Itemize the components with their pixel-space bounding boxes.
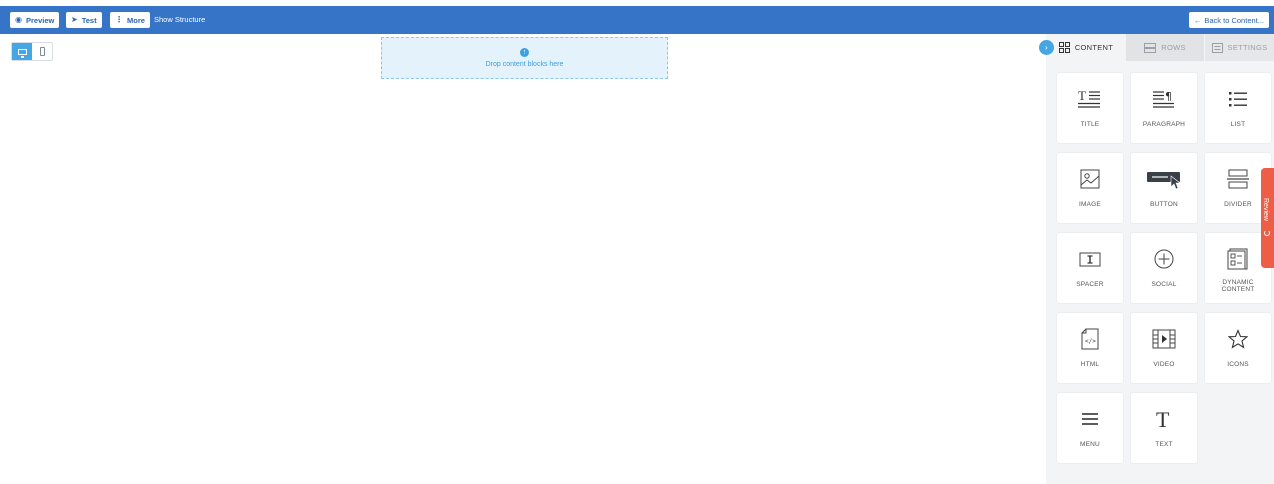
test-button[interactable]: ➤ Test xyxy=(66,12,102,28)
tab-rows-label: ROWS xyxy=(1161,43,1186,52)
more-vertical-icon: ⋮ xyxy=(115,15,123,24)
test-label: Test xyxy=(81,15,97,25)
block-label: HTML xyxy=(1080,361,1100,368)
button-icon xyxy=(1131,168,1197,190)
block-title[interactable]: T TITLE xyxy=(1057,73,1123,143)
drop-zone[interactable]: ↑ Drop content blocks here xyxy=(381,37,668,79)
block-label: IMAGE xyxy=(1079,201,1101,208)
title-icon: T xyxy=(1057,88,1123,110)
svg-text:T: T xyxy=(1156,408,1170,430)
block-button[interactable]: BUTTON xyxy=(1131,153,1197,223)
block-label: TEXT xyxy=(1155,441,1173,448)
video-icon xyxy=(1131,328,1197,350)
tab-settings-label: SETTINGS xyxy=(1227,43,1268,52)
block-html[interactable]: </> HTML xyxy=(1057,313,1123,383)
block-text[interactable]: T TEXT xyxy=(1131,393,1197,463)
tab-content[interactable]: › CONTENT xyxy=(1039,34,1126,61)
grid-icon xyxy=(1058,42,1070,53)
drop-zone-text: Drop content blocks here xyxy=(485,61,564,68)
preview-label: Preview xyxy=(25,15,55,25)
top-toolbar: ◉ Preview ➤ Test ⋮ More Show Structure ←… xyxy=(0,6,1274,34)
block-label: TITLE xyxy=(1080,121,1100,128)
block-label: SPACER xyxy=(1076,281,1104,288)
text-icon: T xyxy=(1131,408,1197,430)
block-label: ICONS xyxy=(1227,361,1249,368)
back-to-content-button[interactable]: ← Back to Content... xyxy=(1188,12,1269,28)
page: ◉ Preview ➤ Test ⋮ More Show Structure ←… xyxy=(0,0,1274,484)
arrow-up-circle-icon: ↑ xyxy=(520,48,529,57)
block-label: SOCIAL xyxy=(1151,281,1177,288)
spacer-icon xyxy=(1057,248,1123,270)
rows-icon xyxy=(1144,42,1157,53)
mobile-icon xyxy=(39,47,45,56)
svg-text:¶: ¶ xyxy=(1165,90,1172,103)
eye-icon: ◉ xyxy=(15,15,22,24)
arrow-left-icon: ← xyxy=(1193,15,1202,25)
block-video[interactable]: VIDEO xyxy=(1131,313,1197,383)
list-icon xyxy=(1205,88,1271,110)
show-structure-toggle[interactable]: Show Structure xyxy=(154,15,205,24)
star-icon xyxy=(1205,328,1271,350)
back-label: Back to Content... xyxy=(1204,15,1264,25)
block-image[interactable]: IMAGE xyxy=(1057,153,1123,223)
social-icon xyxy=(1131,248,1197,270)
menu-icon xyxy=(1057,408,1123,430)
more-label: More xyxy=(127,15,145,25)
chevron-right-icon: › xyxy=(1045,43,1048,52)
svg-text:</>: </> xyxy=(1085,338,1096,345)
paragraph-icon: ¶ xyxy=(1131,88,1197,110)
tab-content-label: CONTENT xyxy=(1074,43,1114,52)
block-list[interactable]: LIST xyxy=(1205,73,1271,143)
block-label: BUTTON xyxy=(1150,201,1178,208)
desktop-icon xyxy=(17,48,27,58)
content-sidebar: › CONTENT ROWS SETTINGS T TITLE ¶ PARAGR… xyxy=(1039,34,1274,484)
tab-rows[interactable]: ROWS xyxy=(1126,34,1204,61)
block-label: DYNAMIC CONTENT xyxy=(1221,279,1255,293)
review-label: Review xyxy=(1262,198,1269,221)
send-icon: ➤ xyxy=(71,15,78,24)
block-paragraph[interactable]: ¶ PARAGRAPH xyxy=(1131,73,1197,143)
block-menu[interactable]: MENU xyxy=(1057,393,1123,463)
svg-text:T: T xyxy=(1078,89,1086,103)
block-label: MENU xyxy=(1080,441,1100,448)
more-button[interactable]: ⋮ More xyxy=(110,12,150,28)
refresh-icon xyxy=(1264,230,1270,236)
preview-button[interactable]: ◉ Preview xyxy=(10,12,60,28)
tab-settings[interactable]: SETTINGS xyxy=(1204,34,1274,61)
html-icon: </> xyxy=(1057,328,1123,350)
desktop-view-button[interactable] xyxy=(12,43,32,60)
settings-icon xyxy=(1211,42,1223,53)
block-icons[interactable]: ICONS xyxy=(1205,313,1271,383)
block-label: PARAGRAPH xyxy=(1142,121,1186,128)
block-social[interactable]: SOCIAL xyxy=(1131,233,1197,303)
review-tab[interactable]: Review xyxy=(1261,168,1274,268)
sidebar-tabs: › CONTENT ROWS SETTINGS xyxy=(1039,34,1274,61)
device-toggle xyxy=(11,42,53,61)
collapse-sidebar-button[interactable]: › xyxy=(1039,40,1054,55)
block-label: LIST xyxy=(1230,121,1246,128)
image-icon xyxy=(1057,168,1123,190)
block-label: VIDEO xyxy=(1153,361,1175,368)
block-spacer[interactable]: SPACER xyxy=(1057,233,1123,303)
mobile-view-button[interactable] xyxy=(32,43,52,60)
